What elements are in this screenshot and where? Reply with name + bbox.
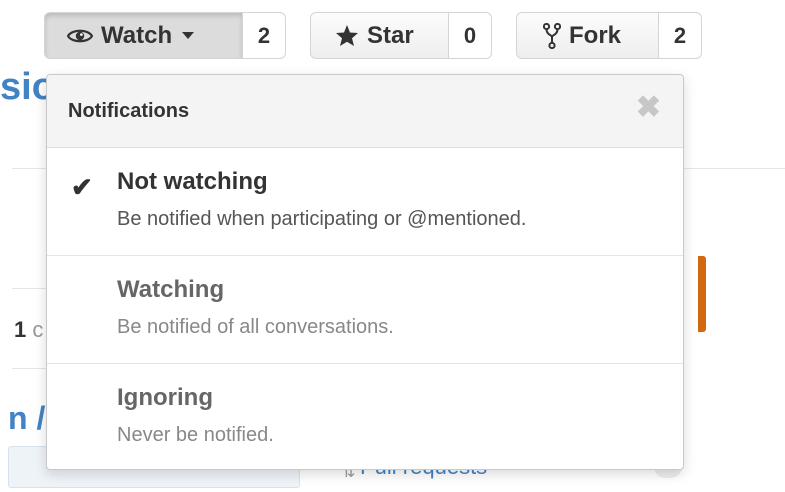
stargazers-count[interactable]: 0 xyxy=(448,12,492,59)
watch-button-label: Watch xyxy=(101,21,173,49)
commit-count-label: c xyxy=(32,317,44,342)
option-watching[interactable]: Watching Be notified of all conversation… xyxy=(47,256,683,364)
option-label: Watching xyxy=(117,276,225,303)
option-not-watching[interactable]: ✔ Not watching Be notified when particip… xyxy=(47,148,683,256)
dropdown-header: Notifications ✖ xyxy=(47,75,683,148)
readme-heading-fragment: n / xyxy=(8,400,46,436)
fork-button[interactable]: Fork xyxy=(516,12,658,59)
chevron-down-icon xyxy=(182,32,195,39)
star-button-label: Star xyxy=(367,21,414,49)
close-icon[interactable]: ✖ xyxy=(636,93,661,123)
dropdown-title: Notifications xyxy=(68,100,190,122)
checkmark-icon: ✔ xyxy=(71,172,93,202)
active-nav-indicator xyxy=(698,256,706,332)
watch-button-group: Watch 2 xyxy=(44,12,286,61)
star-button-group: Star 0 xyxy=(310,12,492,61)
forks-count[interactable]: 2 xyxy=(658,12,702,59)
commit-count-number: 1 xyxy=(14,317,27,342)
commit-count-fragment[interactable]: 1 c xyxy=(14,319,43,341)
notifications-dropdown: Notifications ✖ ✔ Not watching Be notifi… xyxy=(46,74,684,470)
option-description: Be notified when participating or @menti… xyxy=(117,208,527,230)
option-label: Ignoring xyxy=(117,384,213,411)
option-description: Be notified of all conversations. xyxy=(117,316,394,338)
eye-icon xyxy=(67,27,93,45)
star-button[interactable]: Star xyxy=(310,12,448,59)
watch-button[interactable]: Watch xyxy=(44,12,242,59)
fork-icon xyxy=(543,22,561,49)
divider xyxy=(12,368,46,369)
divider xyxy=(12,288,46,289)
option-label: Not watching xyxy=(117,168,268,195)
star-icon xyxy=(335,24,359,47)
watchers-count[interactable]: 2 xyxy=(242,12,286,59)
fork-button-label: Fork xyxy=(569,21,622,49)
option-ignoring[interactable]: Ignoring Never be notified. xyxy=(47,364,683,472)
option-description: Never be notified. xyxy=(117,424,274,446)
fork-button-group: Fork 2 xyxy=(516,12,702,61)
